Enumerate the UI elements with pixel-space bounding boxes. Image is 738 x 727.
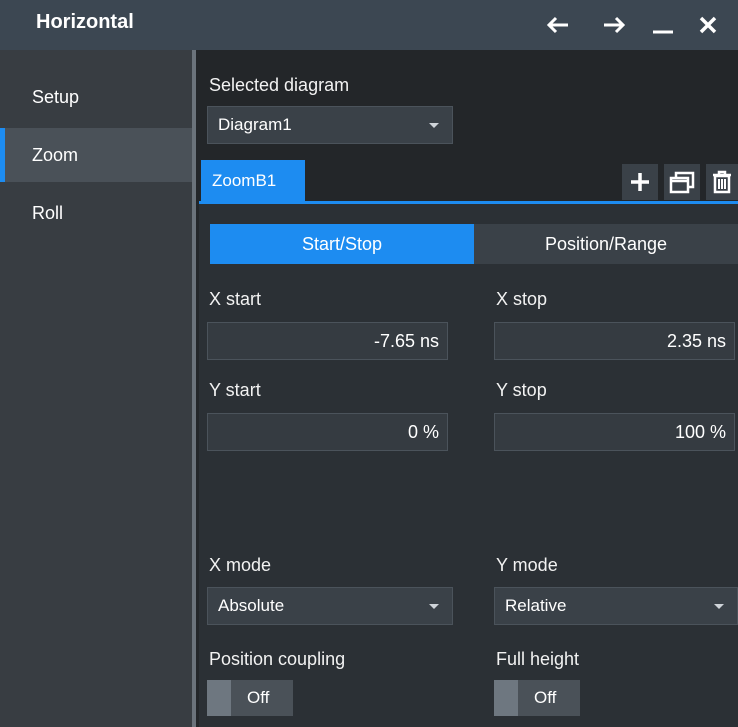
y-start-label: Y start [209,380,261,400]
y-mode-dropdown[interactable]: Relative [494,587,738,625]
selected-diagram-label: Selected diagram [209,75,350,95]
window-copy-icon [669,171,695,194]
position-coupling-label: Position coupling [209,649,346,669]
window-titlebar: Horizontal [0,0,738,50]
toggle-knob [207,680,231,716]
sidebar-item-label: Roll [32,202,64,223]
x-stop-value: 2.35 ns [666,330,726,351]
delete-zoom-button[interactable] [706,164,738,200]
sidebar-item-setup[interactable]: Setup [0,70,192,124]
position-range-segment[interactable]: Position/Range [474,224,738,264]
x-start-label: X start [209,289,262,309]
arrow-left-icon [546,16,568,34]
toggle-state: Off [247,688,270,707]
full-height-toggle[interactable]: Off [494,680,580,716]
x-mode-dropdown[interactable]: Absolute [207,587,453,625]
y-start-value: 0 % [407,421,439,442]
arrow-left-button[interactable] [540,8,576,42]
y-stop-field[interactable]: 100 % [494,413,735,451]
full-height-label: Full height [496,649,580,669]
chevron-down-icon [714,604,724,609]
selected-diagram-value: Diagram1 [218,115,292,134]
y-mode-label: Y mode [496,555,558,575]
sidebar-item-label: Zoom [32,144,79,165]
add-zoom-button[interactable] [622,164,658,200]
tab-label: ZoomB1 [212,171,277,190]
close-button[interactable] [690,8,726,42]
toggle-state: Off [534,688,557,707]
selected-diagram-dropdown[interactable]: Diagram1 [207,106,453,144]
add-icon [631,173,649,191]
window-copy-button[interactable] [664,164,700,200]
x-mode-label: X mode [209,555,272,575]
position-coupling-toggle[interactable]: Off [207,680,293,716]
sidebar: Setup Zoom Roll [0,50,192,727]
y-stop-label: Y stop [496,380,547,400]
chevron-down-icon [429,604,439,609]
trash-icon [713,170,731,194]
segment-label: Position/Range [544,233,668,254]
arrow-right-button[interactable] [596,8,632,42]
y-mode-value: Relative [505,596,567,615]
segment-label: Start/Stop [301,233,383,254]
sidebar-item-roll[interactable]: Roll [0,186,192,240]
minimize-icon [653,30,673,34]
x-start-value: -7.65 ns [373,330,439,351]
x-mode-value: Absolute [218,596,285,615]
window-title: Horizontal [36,11,134,33]
close-icon [699,16,717,34]
x-start-field[interactable]: -7.65 ns [207,322,448,360]
x-stop-field[interactable]: 2.35 ns [494,322,735,360]
arrow-right-icon [604,16,626,34]
sidebar-divider[interactable] [192,50,196,727]
minimize-button[interactable] [645,8,681,42]
start-stop-segment[interactable]: Start/Stop [210,224,474,264]
tab-zoomb1[interactable]: ZoomB1 [201,160,305,202]
toggle-knob [494,680,518,716]
y-start-field[interactable]: 0 % [207,413,448,451]
sidebar-item-label: Setup [32,86,80,107]
chevron-down-icon [429,123,439,128]
x-stop-label: X stop [496,289,548,309]
sidebar-item-zoom[interactable]: Zoom [0,128,192,182]
y-stop-value: 100 % [674,421,726,442]
